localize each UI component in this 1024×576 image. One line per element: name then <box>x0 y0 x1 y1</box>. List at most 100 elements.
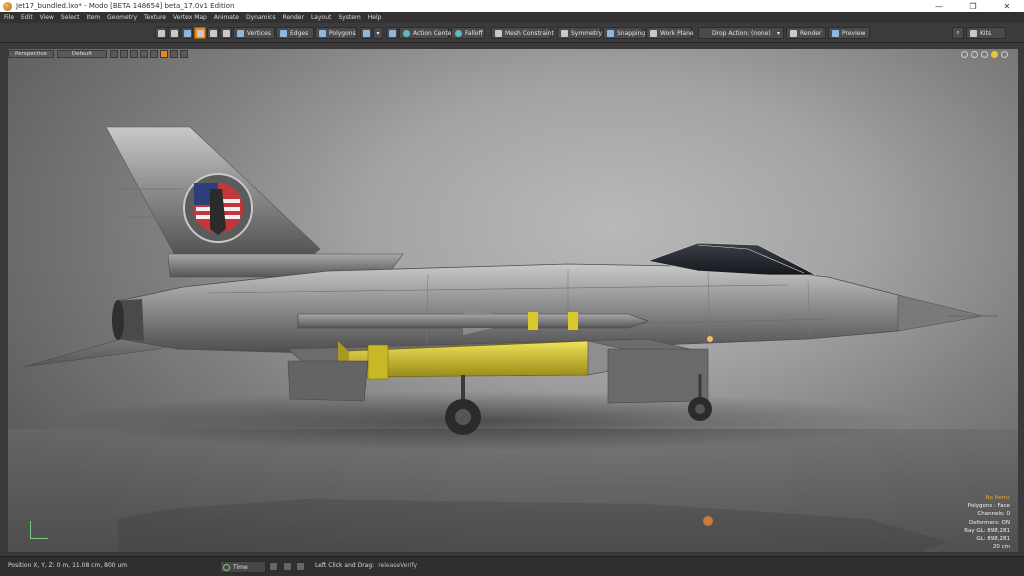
shading-label: Default <box>71 51 92 57</box>
maximize-viewport-icon[interactable] <box>1001 50 1008 58</box>
view-dropdown-button[interactable]: ▾ <box>373 27 383 39</box>
view-type-label: Perspective <box>15 51 47 57</box>
action-center-label: Action Center <box>413 29 454 37</box>
search-button[interactable]: ⌕ <box>952 27 964 39</box>
mesh-constraint-label: Mesh Constraint <box>505 29 554 37</box>
pan-icon[interactable] <box>961 50 968 58</box>
stats-gl: GL: 898,281 <box>976 536 1010 543</box>
edges-mode-button[interactable]: Edges <box>276 27 314 39</box>
shield-tool-button[interactable] <box>386 27 398 39</box>
viewport-option-2-icon[interactable] <box>119 50 128 58</box>
chevron-down-icon: ▾ <box>776 29 780 37</box>
command-history-icon[interactable] <box>283 562 292 571</box>
cube-icon <box>362 29 370 37</box>
time-button[interactable]: Time <box>220 561 266 573</box>
work-plane-button[interactable]: Work Plane <box>646 27 694 39</box>
layout-toggle-icon[interactable] <box>269 562 278 571</box>
polygons-mode-button[interactable]: Polygons <box>315 27 357 39</box>
stats-channels: Channels: 0 <box>977 511 1010 518</box>
axis-gizmo-icon <box>30 521 48 539</box>
select-item-mode-button[interactable] <box>155 27 167 39</box>
preview-icon <box>832 29 839 37</box>
snapping-button[interactable]: Snapping <box>603 27 645 39</box>
drop-action-select[interactable]: Drop Action: (none) ▾ <box>698 27 784 39</box>
clock-icon <box>223 563 230 571</box>
viewport-option-8-icon[interactable] <box>179 50 188 58</box>
viewport-stats: No Items Polygons : Face Channels: 0 Def… <box>964 494 1010 551</box>
menu-geometry[interactable]: Geometry <box>107 14 137 21</box>
menu-edit[interactable]: Edit <box>21 14 33 21</box>
viewport-option-4-icon[interactable] <box>139 50 148 58</box>
pivot-mode-button[interactable] <box>207 27 219 39</box>
kits-button[interactable]: Kits <box>966 27 1006 39</box>
menu-select[interactable]: Select <box>61 14 80 21</box>
restore-button[interactable]: ❐ <box>956 0 990 12</box>
vertex-icon <box>237 29 244 37</box>
symmetry-icon <box>561 29 568 37</box>
menu-item[interactable]: Item <box>86 14 100 21</box>
minimize-button[interactable]: — <box>922 0 956 12</box>
close-button[interactable]: ✕ <box>990 0 1024 12</box>
symmetry-button[interactable]: Symmetry <box>557 27 602 39</box>
input-hint: Left Click and Drag: releaseVerify <box>315 562 417 569</box>
jet-model <box>22 126 998 552</box>
menu-help[interactable]: Help <box>368 14 382 21</box>
material-icon <box>183 29 191 37</box>
mesh-constraint-button[interactable]: Mesh Constraint <box>491 27 554 39</box>
material-mode-button[interactable] <box>181 27 193 39</box>
3d-viewport[interactable] <box>8 49 1018 552</box>
mesh-constraint-icon <box>495 29 502 37</box>
vertices-mode-button[interactable]: Vertices <box>233 27 275 39</box>
edge-icon <box>280 29 287 37</box>
snapping-icon <box>607 29 614 37</box>
viewport-option-1-icon[interactable] <box>109 50 118 58</box>
zoom-icon[interactable] <box>981 50 988 58</box>
edges-label: Edges <box>290 29 309 37</box>
render-preview-icon[interactable] <box>991 50 998 58</box>
title-bar: Jet17_bundled.lxo* - Modo [BETA 148654] … <box>0 0 1024 12</box>
render-button[interactable]: Render <box>786 27 826 39</box>
select-mode-button[interactable] <box>168 27 180 39</box>
view-cube-button[interactable] <box>360 27 372 39</box>
shield-icon <box>388 29 396 37</box>
viewport-option-7-icon[interactable] <box>169 50 178 58</box>
menu-texture[interactable]: Texture <box>144 14 166 21</box>
viewport-option-5-icon[interactable] <box>149 50 158 58</box>
menu-dynamics[interactable]: Dynamics <box>246 14 276 21</box>
view-type-dropdown[interactable]: Perspective <box>8 50 54 58</box>
shading-dropdown[interactable]: Default <box>56 50 107 58</box>
drop-action-label: Drop Action: (none) <box>712 29 771 37</box>
menu-view[interactable]: View <box>40 14 54 21</box>
viewport-nav-controls <box>958 49 1008 59</box>
stats-items: No Items <box>985 495 1010 501</box>
menu-vertex-map[interactable]: Vertex Map <box>173 14 207 21</box>
hint-label: Left Click and Drag: <box>315 562 375 569</box>
window-controls: — ❐ ✕ <box>922 0 1024 12</box>
stats-ray-gl: Ray GL: 898,281 <box>964 527 1010 534</box>
viewport-header: Perspective Default <box>8 49 1018 59</box>
menu-animate[interactable]: Animate <box>214 14 239 21</box>
preview-button[interactable]: Preview <box>828 27 870 39</box>
menu-bar: File Edit View Select Item Geometry Text… <box>0 12 1024 23</box>
stats-polygons: Polygons : Face <box>967 503 1010 510</box>
event-log-icon[interactable] <box>296 562 305 571</box>
select-arrow-icon <box>157 29 165 37</box>
window-title: Jet17_bundled.lxo* - Modo [BETA 148654] … <box>16 2 235 10</box>
menu-layout[interactable]: Layout <box>311 14 331 21</box>
falloff-label: Falloff <box>465 29 483 37</box>
falloff-button[interactable]: Falloff <box>451 27 485 39</box>
viewport-option-active-icon[interactable] <box>159 50 168 58</box>
search-icon: ⌕ <box>956 29 960 36</box>
center-mode-button[interactable] <box>220 27 232 39</box>
menu-render[interactable]: Render <box>283 14 304 21</box>
pivot-icon <box>209 29 217 37</box>
viewport-option-3-icon[interactable] <box>129 50 138 58</box>
work-plane-icon <box>650 29 657 37</box>
action-center-button[interactable]: Action Center <box>399 27 454 39</box>
item-mode-button[interactable] <box>194 27 206 39</box>
menu-file[interactable]: File <box>4 14 14 21</box>
rotate-icon[interactable] <box>971 50 978 58</box>
menu-system[interactable]: System <box>338 14 360 21</box>
preview-label: Preview <box>842 29 866 37</box>
action-center-icon <box>403 29 410 37</box>
